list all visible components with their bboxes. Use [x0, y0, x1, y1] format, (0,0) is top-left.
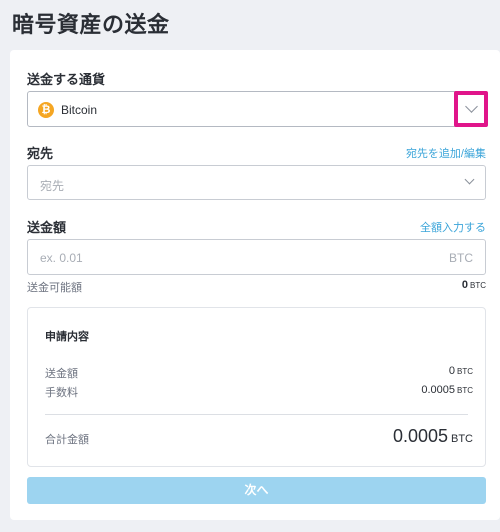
- amount-unit: BTC: [449, 251, 473, 265]
- summary-title: 申請内容: [45, 331, 89, 343]
- summary-send-amount-label: 送金額: [45, 368, 78, 380]
- currency-selected-value: Bitcoin: [61, 103, 98, 117]
- summary-fee-unit: BTC: [457, 386, 473, 395]
- next-button[interactable]: 次へ: [27, 477, 486, 504]
- page-title: 暗号資産の送金: [12, 12, 170, 37]
- add-edit-destination-link[interactable]: 宛先を追加/編集: [406, 145, 486, 161]
- available-amount-value: 0 BTC: [462, 279, 486, 291]
- summary-total-unit: BTC: [451, 433, 473, 445]
- summary-total-number: 0.0005: [392, 426, 448, 446]
- currency-label: 送金する通貨: [27, 72, 106, 87]
- summary-fee-label: 手数料: [45, 387, 78, 399]
- summary-total-label: 合計金額: [45, 434, 89, 446]
- available-amount-label: 送金可能額: [27, 282, 82, 294]
- chevron-down-icon: [465, 100, 478, 113]
- summary-send-amount-number: 0: [448, 365, 455, 377]
- summary-total-value: 0.0005 BTC: [393, 426, 473, 447]
- available-amount-unit: BTC: [470, 281, 486, 290]
- summary-send-amount-value: 0 BTC: [449, 365, 473, 377]
- send-all-link[interactable]: 全額入力する: [420, 219, 486, 235]
- amount-placeholder: ex. 0.01: [40, 251, 83, 265]
- destination-label: 宛先: [27, 146, 54, 161]
- summary-fee-value: 0.0005 BTC: [421, 384, 473, 396]
- summary-box: 申請内容 送金額 0 BTC 手数料 0.0005 BTC 合計金額 0.0005 B…: [27, 307, 486, 467]
- amount-input[interactable]: ex. 0.01 BTC: [27, 239, 486, 275]
- bitcoin-icon: ₿: [38, 102, 54, 118]
- summary-send-amount-unit: BTC: [457, 367, 473, 376]
- amount-label: 送金額: [27, 220, 67, 235]
- destination-select[interactable]: 宛先: [27, 165, 486, 200]
- summary-fee-number: 0.0005: [421, 384, 455, 396]
- send-form-card: 送金する通貨 ₿ Bitcoin 宛先 宛先を追加/編集 宛先 送金額 全額入力…: [10, 50, 500, 520]
- destination-placeholder: 宛先: [40, 179, 65, 193]
- currency-select[interactable]: ₿ Bitcoin: [27, 91, 486, 127]
- summary-divider: [45, 414, 468, 415]
- available-amount-number: 0: [461, 279, 468, 291]
- currency-dropdown-toggle[interactable]: [454, 91, 488, 127]
- chevron-down-icon: [464, 174, 475, 185]
